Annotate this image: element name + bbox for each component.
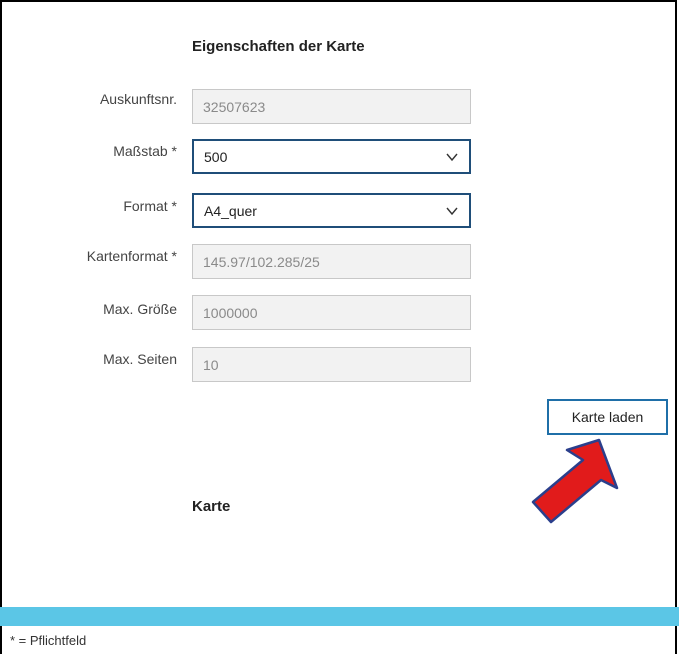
- chevron-down-icon: [446, 207, 458, 215]
- accent-bar: [0, 607, 679, 626]
- format-select[interactable]: A4_quer: [192, 193, 471, 228]
- max-groesse-label: Max. Größe: [103, 301, 177, 317]
- kartenformat-value: 145.97/102.285/25: [203, 253, 320, 270]
- kartenformat-label: Kartenformat *: [86, 248, 177, 264]
- auskunftsnr-value: 32507623: [203, 98, 266, 115]
- massstab-value: 500: [204, 148, 228, 165]
- massstab-label: Maßstab *: [113, 143, 177, 159]
- max-seiten-label: Max. Seiten: [103, 351, 177, 367]
- auskunftsnr-label: Auskunftsnr.: [99, 91, 177, 107]
- max-seiten-value: 10: [203, 356, 219, 373]
- required-field-note: * = Pflichtfeld: [10, 633, 87, 648]
- max-groesse-value: 1000000: [203, 304, 258, 321]
- format-label: Format *: [123, 198, 177, 214]
- auskunftsnr-field[interactable]: 32507623: [192, 89, 471, 124]
- properties-heading: Eigenschaften der Karte: [192, 38, 365, 55]
- load-map-button[interactable]: Karte laden: [547, 399, 668, 435]
- map-heading: Karte: [192, 498, 231, 515]
- max-groesse-field[interactable]: 1000000: [192, 295, 471, 330]
- format-value: A4_quer: [204, 202, 257, 219]
- red-arrow-annotation-icon: [531, 438, 619, 524]
- massstab-select[interactable]: 500: [192, 139, 471, 174]
- kartenformat-field[interactable]: 145.97/102.285/25: [192, 244, 471, 279]
- chevron-down-icon: [446, 153, 458, 161]
- max-seiten-field[interactable]: 10: [192, 347, 471, 382]
